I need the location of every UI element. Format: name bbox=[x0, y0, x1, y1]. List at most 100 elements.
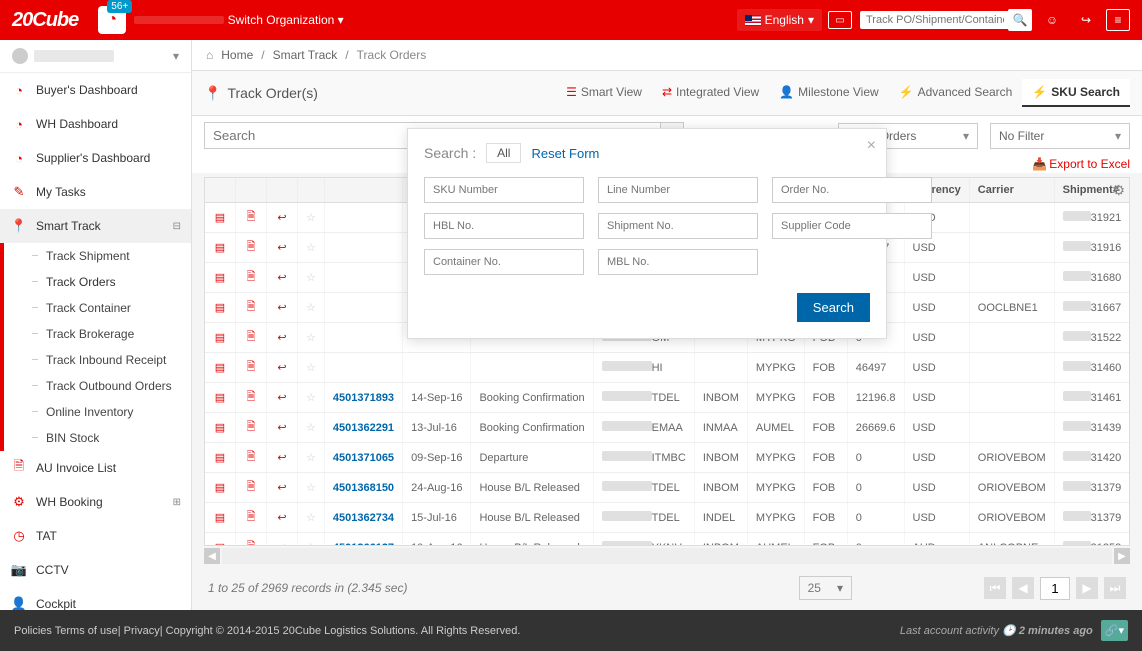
star-icon[interactable]: ☆ bbox=[306, 302, 316, 314]
supplier-code-input[interactable] bbox=[772, 213, 932, 239]
table-row[interactable]: ▤ 🗎 ↩ ☆ 4501362291 13-Jul-16 Booking Con… bbox=[205, 413, 1130, 443]
order-link[interactable]: 4501371065 bbox=[333, 452, 394, 464]
doc-icon[interactable]: 🗎 bbox=[244, 418, 258, 437]
star-icon[interactable]: ☆ bbox=[306, 362, 316, 374]
table-header[interactable] bbox=[236, 178, 267, 203]
list-icon[interactable]: ▤ bbox=[213, 451, 227, 464]
shipment-no--input[interactable] bbox=[598, 213, 758, 239]
id-card-icon[interactable]: ▭ bbox=[828, 11, 852, 29]
page-prev-button[interactable]: ◀ bbox=[1012, 577, 1034, 599]
table-header[interactable] bbox=[267, 178, 298, 203]
list-icon[interactable]: ▤ bbox=[213, 301, 227, 314]
sidebar-item-wh-booking[interactable]: ⚙WH Booking⊞ bbox=[0, 485, 191, 519]
table-header[interactable] bbox=[298, 178, 325, 203]
reply-icon[interactable]: ↩ bbox=[275, 481, 289, 494]
page-first-button[interactable]: ⏮ bbox=[984, 577, 1006, 599]
star-icon[interactable]: ☆ bbox=[306, 272, 316, 284]
table-header[interactable] bbox=[324, 178, 402, 203]
list-icon[interactable]: ▤ bbox=[213, 241, 227, 254]
scroll-left-icon[interactable]: ◀ bbox=[204, 548, 220, 564]
table-row[interactable]: ▤ 🗎 ↩ ☆ 4501368150 24-Aug-16 House B/L R… bbox=[205, 473, 1130, 503]
list-icon[interactable]: ▤ bbox=[213, 361, 227, 374]
breadcrumb-home[interactable]: Home bbox=[221, 48, 253, 62]
track-search-input[interactable] bbox=[860, 11, 1010, 29]
reply-icon[interactable]: ↩ bbox=[275, 391, 289, 404]
line-number-input[interactable] bbox=[598, 177, 758, 203]
doc-icon[interactable]: 🗎 bbox=[244, 298, 258, 317]
table-row[interactable]: ▤ 🗎 ↩ ☆ 4501362734 15-Jul-16 House B/L R… bbox=[205, 503, 1130, 533]
link-icon[interactable]: 🔗▾ bbox=[1101, 620, 1128, 641]
sidebar-item-wh-dashboard[interactable]: ◔WH Dashboard bbox=[0, 107, 191, 141]
page-size-select[interactable]: 25 ▾ bbox=[799, 576, 852, 600]
sidebar-subitem-track-outbound-orders[interactable]: Track Outbound Orders bbox=[20, 373, 191, 399]
home-icon[interactable]: ⌂ bbox=[206, 48, 213, 62]
sidebar-item-supplier-s-dashboard[interactable]: ◔Supplier's Dashboard bbox=[0, 141, 191, 175]
star-icon[interactable]: ☆ bbox=[306, 332, 316, 344]
order-link[interactable]: 4501362734 bbox=[333, 512, 394, 524]
doc-icon[interactable]: 🗎 bbox=[244, 268, 258, 287]
star-icon[interactable]: ☆ bbox=[306, 212, 316, 224]
reply-icon[interactable]: ↩ bbox=[275, 451, 289, 464]
table-row[interactable]: ▤ 🗎 ↩ ☆ 4501371893 14-Sep-16 Booking Con… bbox=[205, 383, 1130, 413]
table-header[interactable] bbox=[205, 178, 236, 203]
reply-icon[interactable]: ↩ bbox=[275, 211, 289, 224]
footer-terms-link[interactable]: Terms of use bbox=[55, 625, 118, 637]
language-selector[interactable]: English ▾ bbox=[737, 9, 822, 31]
sidebar-subitem-track-container[interactable]: Track Container bbox=[20, 295, 191, 321]
sidebar-item-buyer-s-dashboard[interactable]: ◔Buyer's Dashboard bbox=[0, 73, 191, 107]
doc-icon[interactable]: 🗎 bbox=[244, 508, 258, 527]
doc-icon[interactable]: 🗎 bbox=[244, 208, 258, 227]
org-badge[interactable]: ◔ 56+ bbox=[98, 6, 126, 34]
view-tab-integrated-view[interactable]: ⇄Integrated View bbox=[652, 79, 769, 107]
list-icon[interactable]: ▤ bbox=[213, 481, 227, 494]
view-tab-sku-search[interactable]: ⚡SKU Search bbox=[1022, 79, 1130, 107]
doc-icon[interactable]: 🗎 bbox=[244, 388, 258, 407]
doc-icon[interactable]: 🗎 bbox=[244, 538, 258, 546]
table-row[interactable]: ▤ 🗎 ↩ ☆ 4501371065 09-Sep-16 Departure I… bbox=[205, 443, 1130, 473]
reply-icon[interactable]: ↩ bbox=[275, 511, 289, 524]
list-icon[interactable]: ▤ bbox=[213, 391, 227, 404]
mbl-no--input[interactable] bbox=[598, 249, 758, 275]
list-icon[interactable]: ▤ bbox=[213, 271, 227, 284]
view-tab-smart-view[interactable]: ☰Smart View bbox=[556, 79, 652, 107]
doc-icon[interactable]: 🗎 bbox=[244, 358, 258, 377]
view-tab-milestone-view[interactable]: 👤Milestone View bbox=[769, 79, 888, 107]
breadcrumb-level1[interactable]: Smart Track bbox=[273, 48, 338, 62]
order-link[interactable]: 4501366127 bbox=[333, 542, 394, 547]
reply-icon[interactable]: ↩ bbox=[275, 271, 289, 284]
sidebar-item-tat[interactable]: ◷TAT bbox=[0, 519, 191, 553]
footer-privacy-link[interactable]: Privacy bbox=[124, 625, 160, 637]
scroll-right-icon[interactable]: ▶ bbox=[1114, 548, 1130, 564]
support-icon[interactable]: ☺ bbox=[1038, 6, 1066, 34]
reply-icon[interactable]: ↩ bbox=[275, 331, 289, 344]
sidebar-subitem-track-brokerage[interactable]: Track Brokerage bbox=[20, 321, 191, 347]
order-link[interactable]: 4501362291 bbox=[333, 422, 394, 434]
star-icon[interactable]: ☆ bbox=[306, 242, 316, 254]
order-link[interactable]: 4501371893 bbox=[333, 392, 394, 404]
star-icon[interactable]: ☆ bbox=[306, 542, 316, 546]
list-icon[interactable]: ▤ bbox=[213, 421, 227, 434]
table-header[interactable]: Carrier bbox=[969, 178, 1054, 203]
sidebar-subitem-track-orders[interactable]: Track Orders bbox=[20, 269, 191, 295]
reply-icon[interactable]: ↩ bbox=[275, 301, 289, 314]
table-row[interactable]: ▤ 🗎 ↩ ☆ HI MYPKG FOB 46497 USD 31460 bbox=[205, 353, 1130, 383]
table-row[interactable]: ▤ 🗎 ↩ ☆ 4501366127 10-Aug-16 House B/L R… bbox=[205, 533, 1130, 547]
star-icon[interactable]: ☆ bbox=[306, 422, 316, 434]
search-icon[interactable]: 🔍 bbox=[1008, 9, 1032, 31]
reply-icon[interactable]: ↩ bbox=[275, 361, 289, 374]
user-row[interactable]: ▾ bbox=[0, 40, 191, 73]
sidebar-subitem-track-inbound-receipt[interactable]: Track Inbound Receipt bbox=[20, 347, 191, 373]
close-icon[interactable]: × bbox=[867, 137, 876, 155]
doc-icon[interactable]: 🗎 bbox=[244, 478, 258, 497]
menu-icon[interactable]: ≡ bbox=[1106, 9, 1130, 31]
sidebar-item-au-invoice-list[interactable]: 🗎AU Invoice List bbox=[0, 451, 191, 485]
list-icon[interactable]: ▤ bbox=[213, 211, 227, 224]
all-button[interactable]: All bbox=[486, 143, 521, 163]
footer-policies-link[interactable]: Policies bbox=[14, 625, 52, 637]
switch-organization[interactable]: Switch Organization ▾ bbox=[134, 13, 343, 27]
reply-icon[interactable]: ↩ bbox=[275, 541, 289, 546]
sidebar-item-cockpit[interactable]: 👤Cockpit bbox=[0, 587, 191, 610]
reply-icon[interactable]: ↩ bbox=[275, 241, 289, 254]
star-icon[interactable]: ☆ bbox=[306, 512, 316, 524]
sidebar-subitem-track-shipment[interactable]: Track Shipment bbox=[20, 243, 191, 269]
